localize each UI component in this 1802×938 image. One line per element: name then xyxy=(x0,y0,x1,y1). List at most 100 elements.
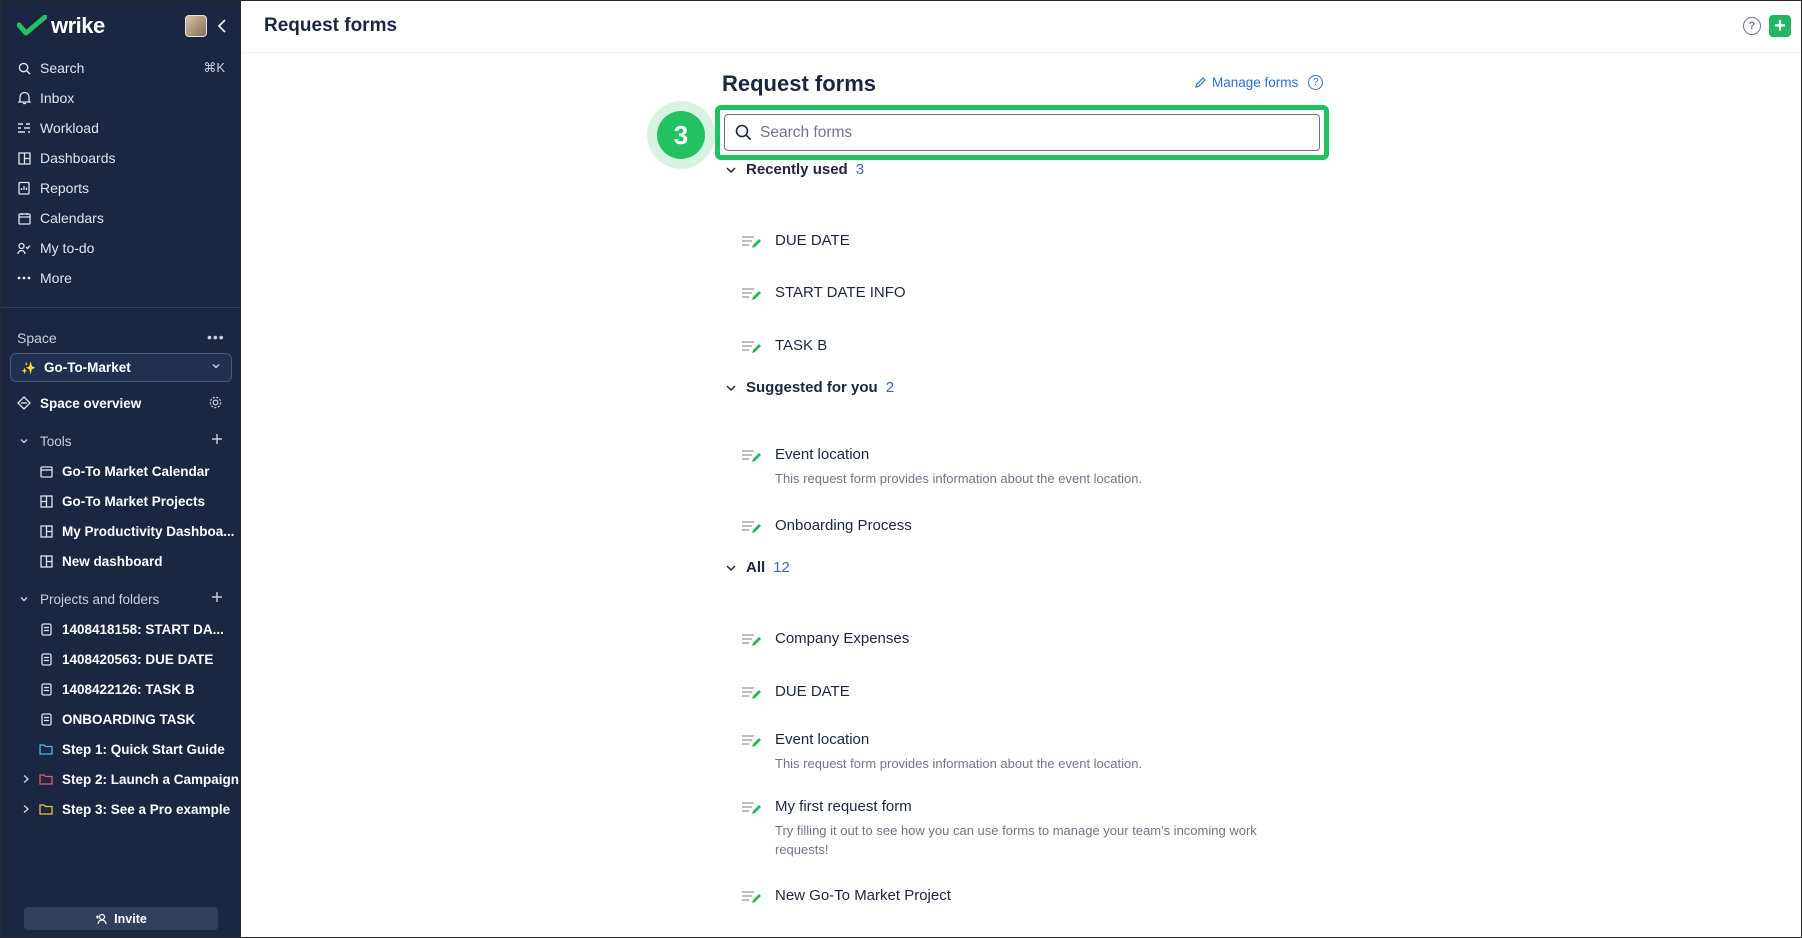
calendar-icon xyxy=(17,211,31,225)
nav-reports[interactable]: Reports xyxy=(1,173,241,203)
top-header: Request forms ? + xyxy=(242,1,1801,53)
sidebar: wrike Search ⌘K Inbox Workload Dashboard… xyxy=(1,1,241,937)
help-icon[interactable]: ? xyxy=(1743,17,1761,35)
add-tool-icon[interactable] xyxy=(211,433,223,448)
step-number-badge: 3 xyxy=(657,111,705,159)
tool-label: Go-To Market Projects xyxy=(62,493,206,509)
form-name: TASK B xyxy=(775,337,828,354)
tool-label: My Productivity Dashboa... xyxy=(62,523,235,539)
chevron-right-icon[interactable] xyxy=(21,772,31,786)
project-label: 1408422126: TASK B xyxy=(62,681,195,697)
help-icon[interactable]: ? xyxy=(1308,75,1324,90)
form-icon xyxy=(741,286,763,307)
form-description: Try filling it out to see how you can us… xyxy=(775,823,1257,857)
todo-icon xyxy=(17,241,31,255)
search-field[interactable] xyxy=(724,114,1320,151)
project-item[interactable]: 1408418158: START DA... xyxy=(1,615,241,643)
section-count: 2 xyxy=(885,379,895,396)
project-item[interactable]: 1408420563: DUE DATE xyxy=(1,645,241,673)
form-name: DUE DATE xyxy=(775,683,850,700)
section-all[interactable]: All 12 xyxy=(725,559,790,576)
search-icon xyxy=(735,124,752,141)
manage-forms-link[interactable]: Manage forms ? xyxy=(1194,75,1324,90)
project-item[interactable]: ONBOARDING TASK xyxy=(1,705,241,733)
chevron-down-icon xyxy=(17,434,31,448)
section-count: 12 xyxy=(773,559,790,576)
chevron-right-icon[interactable] xyxy=(21,802,31,816)
form-name: DUE DATE xyxy=(775,232,850,249)
page-title: Request forms xyxy=(264,15,398,36)
chevron-down-icon xyxy=(212,364,220,369)
folder-item[interactable]: Step 3: See a Pro example xyxy=(1,795,241,823)
project-icon xyxy=(39,682,53,696)
search-forms-input[interactable] xyxy=(760,123,1260,142)
form-name: Onboarding Process xyxy=(775,517,912,534)
projects-section-header[interactable]: Projects and folders xyxy=(1,585,241,613)
invite-button[interactable]: Invite xyxy=(24,907,218,930)
folder-icon xyxy=(39,742,53,756)
section-recently-used[interactable]: Recently used 3 xyxy=(725,161,864,178)
chevron-down-icon xyxy=(725,164,737,176)
tool-item-productivity-dashboard[interactable]: My Productivity Dashboa... xyxy=(1,517,241,545)
main-nav: Search ⌘K Inbox Workload Dashboards Repo… xyxy=(1,53,241,293)
space-selected: Go-To-Market xyxy=(43,360,131,375)
add-user-icon xyxy=(96,913,107,924)
folder-item[interactable]: Step 1: Quick Start Guide xyxy=(1,735,241,763)
section-suggested[interactable]: Suggested for you 2 xyxy=(725,379,894,396)
add-project-icon[interactable] xyxy=(211,591,223,606)
tool-item-projects[interactable]: Go-To Market Projects xyxy=(1,487,241,515)
nav-label: Dashboards xyxy=(40,150,116,166)
gear-icon[interactable] xyxy=(208,395,223,413)
dashboard-icon xyxy=(39,524,53,538)
nav-more[interactable]: More xyxy=(1,263,241,293)
nav-calendars[interactable]: Calendars xyxy=(1,203,241,233)
project-icon xyxy=(39,652,53,666)
project-label: 1408418158: START DA... xyxy=(62,621,224,637)
form-icon xyxy=(741,800,763,821)
nav-search[interactable]: Search ⌘K xyxy=(1,53,241,83)
space-tag-icon: ✨ xyxy=(21,360,36,375)
nav-workload[interactable]: Workload xyxy=(1,113,241,143)
search-shortcut: ⌘K xyxy=(203,60,225,75)
form-icon xyxy=(741,632,763,653)
user-avatar[interactable] xyxy=(185,15,207,37)
nav-my-to-do[interactable]: My to-do xyxy=(1,233,241,263)
folder-label: Step 1: Quick Start Guide xyxy=(62,741,225,757)
form-icon xyxy=(741,889,763,910)
bell-icon xyxy=(17,91,31,105)
form-icon xyxy=(741,339,763,360)
nav-label: Reports xyxy=(40,180,90,196)
tools-section-header[interactable]: Tools xyxy=(1,427,241,455)
folder-icon xyxy=(39,772,53,786)
space-overview[interactable]: Space overview xyxy=(1,389,241,417)
space-overview-label: Space overview xyxy=(40,395,142,411)
form-description: This request form provides information a… xyxy=(775,471,1143,486)
logo-text: wrike xyxy=(51,13,105,38)
space-selector[interactable]: ✨ Go-To-Market xyxy=(10,353,232,382)
project-item[interactable]: 1408422126: TASK B xyxy=(1,675,241,703)
section-label: Recently used xyxy=(746,161,848,178)
folder-label: Step 3: See a Pro example xyxy=(62,801,231,817)
space-menu-button[interactable]: ••• xyxy=(207,329,225,345)
dashboard-icon xyxy=(17,151,31,165)
logo-row: wrike xyxy=(15,13,227,39)
space-overview-icon xyxy=(17,396,31,410)
tool-item-new-dashboard[interactable]: New dashboard xyxy=(1,547,241,575)
collapse-sidebar-button[interactable] xyxy=(213,15,231,37)
nav-dashboards[interactable]: Dashboards xyxy=(1,143,241,173)
board-icon xyxy=(39,494,53,508)
nav-inbox[interactable]: Inbox xyxy=(1,83,241,113)
projects-label: Projects and folders xyxy=(40,591,160,607)
space-label: Space xyxy=(17,330,57,346)
project-label: 1408420563: DUE DATE xyxy=(62,651,214,667)
calendar-icon xyxy=(39,464,53,478)
create-new-button[interactable]: + xyxy=(1769,15,1791,37)
tool-label: New dashboard xyxy=(62,553,163,569)
invite-label: Invite xyxy=(114,911,147,926)
folder-item[interactable]: Step 2: Launch a Campaign xyxy=(1,765,241,793)
chevron-left-icon xyxy=(217,19,226,33)
tool-item-calendar[interactable]: Go-To Market Calendar xyxy=(1,457,241,485)
search-icon xyxy=(17,61,31,75)
wrike-logo[interactable]: wrike xyxy=(17,13,105,39)
form-icon xyxy=(741,448,763,469)
